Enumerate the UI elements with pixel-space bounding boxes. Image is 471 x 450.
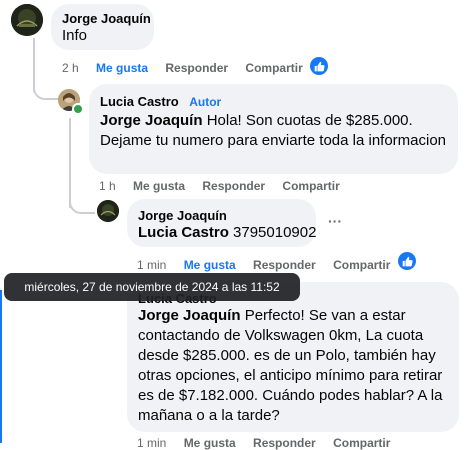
comment-actions: 2 h Me gusta Responder Compartir bbox=[62, 61, 317, 75]
timestamp-tooltip: miércoles, 27 de noviembre de 2024 a las… bbox=[4, 273, 300, 301]
comment-text: Lucia Castro 3795010902 bbox=[138, 224, 317, 241]
comment-actions: 1 min Me gusta Responder Compartir bbox=[137, 258, 404, 272]
comment-text: Info bbox=[62, 27, 88, 44]
avatar[interactable] bbox=[97, 200, 119, 222]
like-reaction-icon[interactable] bbox=[310, 57, 328, 75]
comment-author[interactable]: Jorge Joaquín bbox=[138, 208, 227, 223]
avatar[interactable] bbox=[11, 4, 43, 36]
like-reaction-icon[interactable] bbox=[398, 252, 416, 270]
online-status-icon bbox=[72, 103, 84, 115]
comment-actions: 1 h Me gusta Responder Compartir bbox=[99, 179, 354, 193]
like-button[interactable]: Me gusta bbox=[184, 436, 236, 450]
share-button[interactable]: Compartir bbox=[333, 258, 390, 272]
reply-button[interactable]: Responder bbox=[202, 179, 265, 193]
mention-link[interactable]: Lucia Castro bbox=[138, 224, 229, 241]
comment-bubble: Jorge Joaquín Info bbox=[51, 4, 154, 50]
reply-button[interactable]: Responder bbox=[165, 61, 228, 75]
thread-connector bbox=[69, 192, 95, 214]
comment-time[interactable]: 1 h bbox=[99, 179, 116, 193]
focus-indicator bbox=[0, 290, 2, 443]
reply-button[interactable]: Responder bbox=[253, 258, 316, 272]
comment-actions: 1 min Me gusta Responder Compartir bbox=[137, 436, 404, 450]
author-badge: Autor bbox=[189, 95, 222, 109]
comment-text: Jorge Joaquín Perfecto! Se van a estar c… bbox=[138, 307, 443, 424]
comment-time[interactable]: 1 min bbox=[137, 436, 166, 450]
mention-link[interactable]: Jorge Joaquín bbox=[100, 112, 203, 129]
thread-connector bbox=[33, 78, 59, 100]
reply-button[interactable]: Responder bbox=[253, 436, 316, 450]
mention-link[interactable]: Jorge Joaquín bbox=[138, 307, 241, 324]
more-options-icon[interactable]: ··· bbox=[328, 213, 342, 229]
like-button[interactable]: Me gusta bbox=[96, 61, 148, 75]
share-button[interactable]: Compartir bbox=[245, 61, 302, 75]
comment-time[interactable]: 2 h bbox=[62, 61, 79, 75]
comment-time[interactable]: 1 min bbox=[137, 258, 166, 272]
comment-text: Jorge Joaquín Hola! Son cuotas de $285.0… bbox=[100, 112, 447, 149]
like-button[interactable]: Me gusta bbox=[184, 258, 236, 272]
like-button[interactable]: Me gusta bbox=[133, 179, 185, 193]
comment-author[interactable]: Lucia Castro bbox=[100, 94, 179, 109]
share-button[interactable]: Compartir bbox=[333, 436, 390, 450]
share-button[interactable]: Compartir bbox=[282, 179, 339, 193]
comment-author[interactable]: Jorge Joaquín bbox=[62, 11, 151, 26]
comment-bubble: Lucia Castro Jorge Joaquín Perfecto! Se … bbox=[127, 282, 459, 432]
comment-bubble: Jorge Joaquín Lucia Castro 3795010902 bbox=[127, 199, 316, 247]
comment-bubble: Lucia Castro Autor Jorge Joaquín Hola! S… bbox=[89, 84, 458, 174]
